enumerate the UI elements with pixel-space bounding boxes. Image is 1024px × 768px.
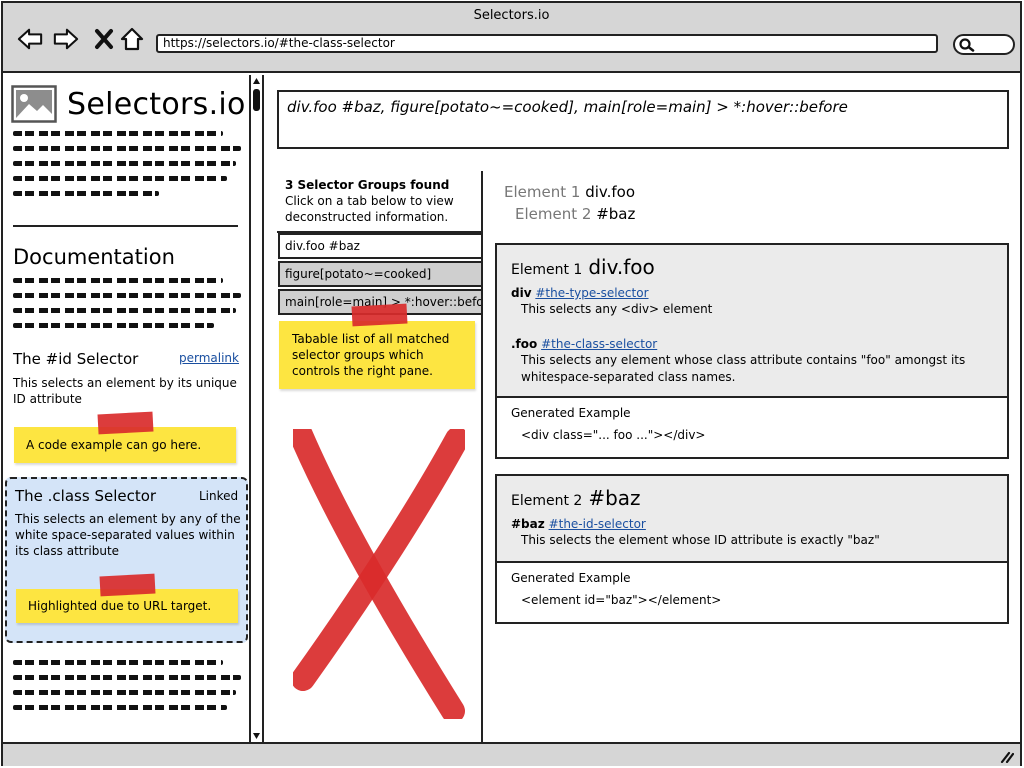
url-input[interactable]: https://selectors.io/#the-class-selector [156, 34, 938, 53]
generated-example-code: <element id="baz"></element> [521, 593, 722, 607]
element-card-selector: #baz [588, 486, 641, 510]
tabs-explanation-note: Tabable list of all matched selector gro… [279, 321, 475, 389]
groups-info-box: 3 Selector Groups found Click on a tab b… [277, 171, 483, 233]
element-card-2: Element 2 #baz #baz #the-id-selector This… [495, 474, 1009, 624]
groups-found-count: 3 Selector Groups found [285, 178, 450, 192]
selector-input[interactable]: div.foo #baz, figure[potato~=cooked], ma… [277, 90, 1009, 149]
selector-description: This selects the element whose ID attrib… [521, 533, 880, 547]
status-bar [3, 742, 1020, 766]
tape-decoration [97, 411, 154, 435]
placeholder-text-block [13, 278, 241, 338]
selector-token: #baz [511, 517, 545, 531]
element-card-label: Element 1 [511, 262, 583, 278]
generated-example-code: <div class="... foo ..."></div> [521, 428, 706, 442]
close-x-icon[interactable] [91, 27, 117, 51]
home-icon[interactable] [119, 27, 145, 51]
selector-doc-link[interactable]: #the-id-selector [549, 517, 646, 531]
class-selector-heading: The .class Selector [15, 487, 157, 505]
element-summary: Element 1 div.foo Element 2 #baz [504, 181, 635, 225]
id-selector-heading: The #id Selector [13, 350, 139, 368]
window-title: Selectors.io [473, 8, 550, 23]
image-placeholder-icon [11, 85, 57, 123]
linked-label: Linked [199, 489, 239, 503]
scrollbar-thumb[interactable] [253, 89, 260, 111]
main-pane: div.foo #baz, figure[potato~=cooked], ma… [266, 75, 1022, 742]
empty-area-x-icon [293, 429, 465, 719]
element-summary-label: Element 2 [515, 205, 592, 223]
forward-arrow-icon[interactable] [53, 27, 79, 51]
element-summary-label: Element 1 [504, 183, 581, 201]
selector-groups-column: 3 Selector Groups found Click on a tab b… [277, 171, 483, 742]
logo-title: Selectors.io [67, 86, 246, 122]
selector-doc-link[interactable]: #the-class-selector [541, 337, 657, 351]
element-card-selector: div.foo [588, 255, 655, 279]
highlight-note-text: Highlighted due to URL target. [28, 599, 212, 613]
documentation-heading: Documentation [13, 245, 175, 269]
element-summary-value: div.foo [585, 183, 636, 201]
logo: Selectors.io [11, 85, 246, 123]
element-card-1: Element 1 div.foo div #the-type-selector … [495, 243, 1009, 459]
back-arrow-icon[interactable] [17, 27, 43, 51]
id-selector-description: This selects an element by its unique ID… [13, 376, 237, 406]
tabs-explanation-text: Tabable list of all matched selector gro… [292, 332, 450, 378]
resize-grip-icon[interactable] [1000, 751, 1014, 763]
class-selector-description: This selects an element by any of the wh… [15, 512, 241, 558]
element-summary-value: #baz [596, 205, 636, 223]
generated-example-label: Generated Example [511, 571, 631, 585]
tape-decoration [99, 573, 156, 597]
selector-description: This selects any <div> element [521, 302, 713, 316]
placeholder-text-block [13, 660, 241, 720]
selector-doc-link[interactable]: #the-type-selector [535, 286, 648, 300]
generated-example: Generated Example <element id="baz"></el… [497, 563, 1007, 615]
scroll-up-arrow-icon[interactable] [252, 77, 261, 85]
tab-selector-group-1[interactable]: div.foo #baz [278, 233, 483, 259]
sidebar: Selectors.io Documentation The #id Selec… [3, 75, 249, 742]
selector-token: div [511, 286, 532, 300]
search-icon [959, 38, 975, 52]
groups-hint: Click on a tab below to view deconstruct… [285, 194, 454, 224]
selector-description: This selects any element whose class att… [521, 353, 966, 384]
tab-selector-group-2[interactable]: figure[potato~=cooked] [278, 261, 483, 287]
code-example-note-text: A code example can go here. [26, 438, 202, 452]
generated-example-label: Generated Example [511, 406, 631, 420]
scroll-down-arrow-icon[interactable] [252, 732, 261, 740]
element-card-details: Element 2 #baz #baz #the-id-selector This… [497, 476, 1007, 563]
generated-example: Generated Example <div class="... foo ..… [497, 398, 1007, 450]
sidebar-scrollbar[interactable] [249, 75, 264, 742]
placeholder-text-block [13, 131, 241, 206]
class-selector-section: The .class Selector Linked This selects … [5, 477, 248, 643]
element-card-label: Element 2 [511, 493, 583, 509]
selector-token: .foo [511, 337, 538, 351]
browser-titlebar: Selectors.io https://selectors.io/#the-c… [3, 3, 1020, 73]
browser-window: Selectors.io https://selectors.io/#the-c… [1, 1, 1022, 766]
tape-decoration [351, 303, 408, 327]
element-card-details: Element 1 div.foo div #the-type-selector … [497, 245, 1007, 398]
sidebar-divider [13, 225, 238, 227]
search-input[interactable] [953, 34, 1015, 55]
permalink-link[interactable]: permalink [179, 351, 239, 365]
